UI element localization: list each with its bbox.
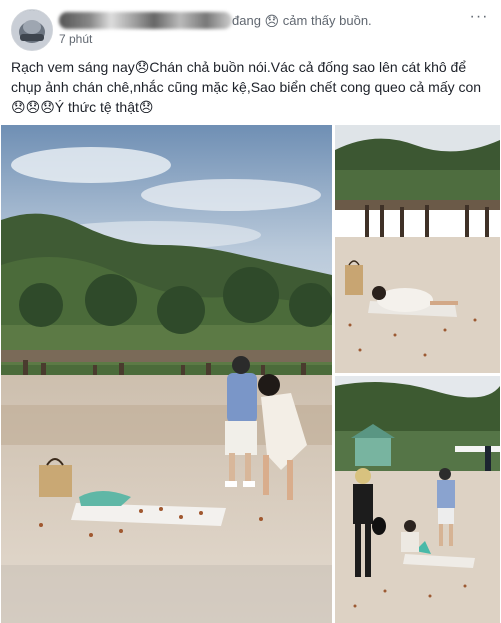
feeling-prefix: đang	[232, 13, 261, 28]
sad-face-icons-row: 😞😞😞	[11, 99, 55, 115]
post-body: Rạch vem sáng nay😞Chán chả buồn nói.Vác …	[11, 57, 491, 117]
avatar-image	[12, 10, 52, 50]
feeling-label[interactable]: cảm thấy buồn.	[283, 13, 372, 28]
facebook-post: đang 😞 cảm thấy buồn. 7 phút ··· Rạch ve…	[0, 0, 501, 623]
avatar[interactable]	[11, 9, 53, 51]
sad-face-icon: 😞	[264, 13, 280, 29]
photo-group-on-beach[interactable]	[335, 376, 500, 623]
woman-lying-image	[335, 125, 500, 373]
feeling-status: đang 😞 cảm thấy buồn.	[232, 12, 372, 30]
sad-face-icon: 😞	[138, 99, 154, 115]
photo-beach-couple[interactable]	[1, 125, 332, 623]
post-timestamp[interactable]: 7 phút	[59, 32, 92, 47]
more-options-icon[interactable]: ···	[468, 9, 490, 25]
photo-woman-lying[interactable]	[335, 125, 500, 373]
sad-face-icon: 😞	[134, 59, 150, 75]
post-text-start: Rạch vem sáng nay	[11, 59, 135, 75]
group-beach-image	[335, 376, 500, 623]
post-text-end: Ý thức tệ thật	[54, 99, 139, 115]
blurred-author-name	[59, 12, 232, 29]
beach-scene-image	[1, 125, 332, 623]
